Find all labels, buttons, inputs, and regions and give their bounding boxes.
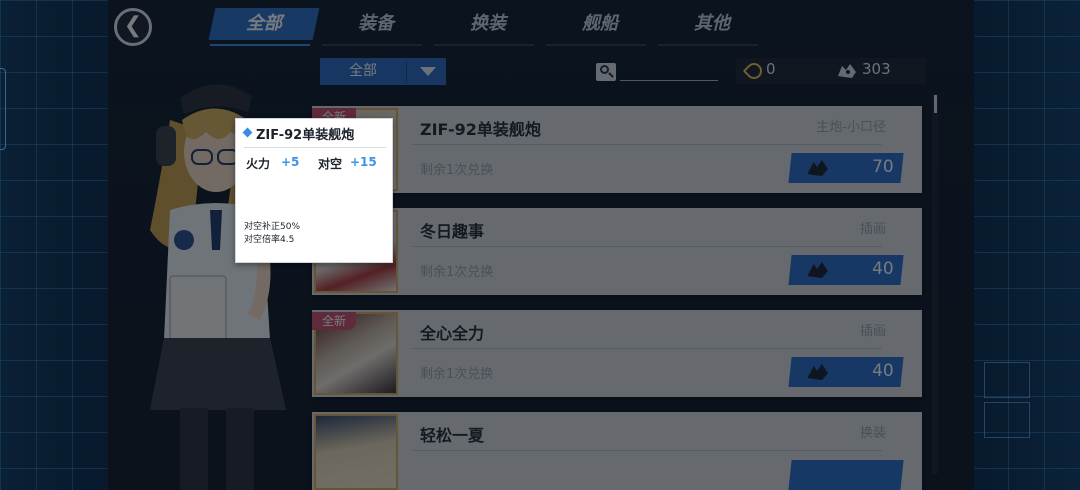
shop-screen: ❮ 全部 装备 换装 舰船 其他 全部 0 303 全新 ZIF-92单装舰炮 … bbox=[0, 0, 1080, 490]
tab-equipment[interactable]: 装备 bbox=[324, 8, 428, 40]
right-decor-box bbox=[984, 402, 1030, 438]
item-name: 冬日趣事 bbox=[420, 222, 485, 241]
item-price: 40 bbox=[872, 361, 895, 381]
core-count: 303 bbox=[862, 60, 891, 78]
left-drawer-handle[interactable] bbox=[0, 68, 6, 150]
tab-ships[interactable]: 舰船 bbox=[548, 8, 652, 40]
back-button[interactable]: ❮ bbox=[114, 8, 152, 46]
buy-button[interactable]: 40 bbox=[788, 357, 904, 387]
item-category: 插画 bbox=[859, 324, 886, 339]
stat-antiair-value: +15 bbox=[350, 155, 377, 169]
tab-all[interactable]: 全部 bbox=[208, 8, 320, 40]
shop-item-row[interactable]: 全新 全心全力 插画 剩余1次兑换 40 bbox=[312, 310, 922, 397]
item-tooltip: ZIF-92单装舰炮 火力 +5 对空 +15 对空补正50% 对空倍率4.5 bbox=[235, 118, 393, 263]
buy-button[interactable]: 70 bbox=[788, 153, 904, 183]
filter-dropdown[interactable]: 全部 bbox=[320, 58, 446, 85]
buy-button[interactable] bbox=[788, 460, 904, 490]
item-remaining: 剩余1次兑换 bbox=[420, 265, 494, 280]
item-remaining: 剩余1次兑换 bbox=[420, 367, 494, 382]
pin-count: 0 bbox=[766, 60, 776, 78]
left-decor-grid bbox=[0, 0, 108, 490]
tab-other[interactable]: 其他 bbox=[660, 8, 764, 40]
row-divider bbox=[412, 246, 882, 247]
right-decor-box bbox=[984, 362, 1030, 398]
row-divider bbox=[412, 348, 882, 349]
tooltip-divider bbox=[244, 147, 386, 148]
tab-underline bbox=[322, 44, 422, 46]
item-thumbnail bbox=[314, 414, 398, 490]
item-remaining: 剩余1次兑换 bbox=[420, 163, 494, 178]
row-divider bbox=[412, 144, 882, 145]
chevron-left-icon: ❮ bbox=[123, 13, 143, 38]
core-currency-icon bbox=[807, 262, 828, 278]
item-category: 主炮-小口径 bbox=[816, 120, 886, 135]
shop-item-row[interactable]: 冬日趣事 插画 剩余1次兑换 40 bbox=[312, 208, 922, 295]
tab-skins[interactable]: 换装 bbox=[436, 8, 540, 40]
stat-antiair-label: 对空 bbox=[318, 157, 343, 171]
buy-button[interactable]: 40 bbox=[788, 255, 904, 285]
stat-firepower-label: 火力 bbox=[246, 157, 271, 171]
search-input[interactable] bbox=[620, 80, 718, 81]
item-name: 轻松一夏 bbox=[420, 426, 485, 445]
new-badge: 全新 bbox=[312, 312, 356, 330]
tab-all-underline bbox=[210, 44, 310, 46]
item-name: 全心全力 bbox=[420, 324, 485, 343]
shop-item-row[interactable]: 轻松一夏 换装 bbox=[312, 412, 922, 490]
item-price: 70 bbox=[872, 157, 895, 177]
shop-item-row[interactable]: 全新 ZIF-92单装舰炮 主炮-小口径 剩余1次兑换 70 bbox=[312, 106, 922, 193]
core-currency-icon bbox=[807, 160, 828, 176]
core-currency-icon bbox=[807, 364, 828, 380]
tooltip-note: 对空补正50% bbox=[244, 222, 301, 232]
item-category: 换装 bbox=[859, 426, 886, 441]
chevron-down-icon[interactable] bbox=[420, 67, 436, 76]
core-currency-icon bbox=[838, 64, 856, 78]
tooltip-note: 对空倍率4.5 bbox=[244, 235, 295, 245]
scrollbar-track[interactable] bbox=[932, 94, 938, 474]
row-divider bbox=[412, 450, 882, 451]
tooltip-title: ZIF-92单装舰炮 bbox=[256, 128, 355, 143]
item-price: 40 bbox=[872, 259, 895, 279]
tab-underline bbox=[434, 44, 534, 46]
tab-underline bbox=[546, 44, 646, 46]
scrollbar-thumb[interactable] bbox=[934, 95, 937, 113]
item-name: ZIF-92单装舰炮 bbox=[420, 120, 541, 139]
item-category: 插画 bbox=[859, 222, 886, 237]
search-icon[interactable] bbox=[596, 63, 616, 81]
stat-firepower-value: +5 bbox=[281, 155, 300, 169]
currency-bar bbox=[736, 58, 926, 84]
filter-selected-label: 全部 bbox=[349, 63, 377, 79]
tab-underline bbox=[658, 44, 758, 46]
diamond-icon bbox=[242, 127, 253, 138]
filter-divider bbox=[406, 61, 407, 82]
